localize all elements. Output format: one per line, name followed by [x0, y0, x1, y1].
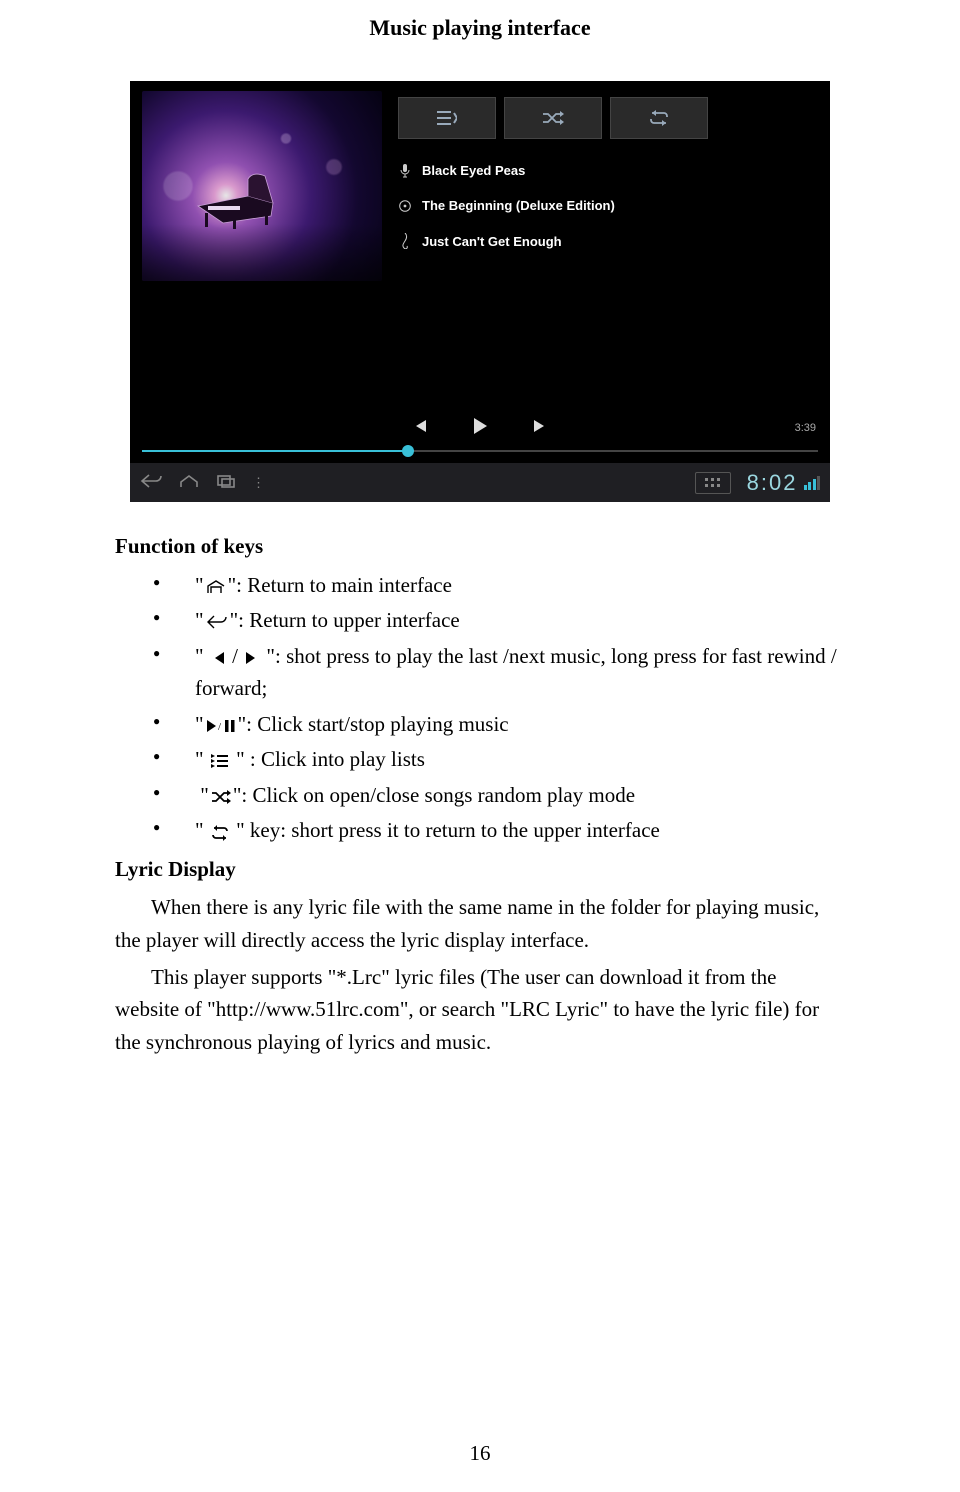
apps-button[interactable]: [695, 472, 731, 494]
recent-apps-icon[interactable]: [216, 474, 236, 491]
seek-bar[interactable]: [130, 440, 830, 462]
list-item: " " : Click into play lists: [115, 743, 845, 776]
play-pause-icon: /: [206, 717, 236, 735]
paragraph: This player supports "*.Lrc" lyric files…: [115, 961, 845, 1059]
repeat-icon: [211, 824, 229, 842]
shuffle-button[interactable]: [504, 97, 602, 139]
music-player-screenshot: Black Eyed Peas The Beginning (Deluxe Ed…: [130, 81, 830, 502]
list-item: " " key: short press it to return to the…: [115, 814, 845, 847]
list-item: "/": Click start/stop playing music: [115, 708, 845, 741]
signal-icon: [804, 476, 821, 490]
key-list: "": Return to main interface "": Return …: [115, 569, 845, 847]
android-navbar: ⋮ 8:02: [130, 462, 830, 502]
page-number: 16: [0, 1441, 960, 1466]
svg-text:/: /: [218, 721, 222, 733]
list-item: "": Return to main interface: [115, 569, 845, 602]
previous-track-icon: [211, 649, 225, 667]
back-icon[interactable]: [140, 474, 162, 491]
playlist-icon: [211, 752, 229, 770]
microphone-icon: [398, 164, 412, 178]
play-icon[interactable]: [472, 417, 488, 438]
next-icon[interactable]: [532, 418, 548, 437]
shuffle-icon: [211, 788, 231, 806]
home-icon[interactable]: [178, 474, 200, 491]
treble-clef-icon: [398, 233, 412, 249]
list-item: "": Return to upper interface: [115, 604, 845, 637]
list-item: "": Click on open/close songs random pla…: [115, 779, 845, 812]
queue-button[interactable]: [398, 97, 496, 139]
function-keys-heading: Function of keys: [115, 530, 845, 563]
home-rect-icon: [206, 578, 226, 596]
menu-dots-icon[interactable]: ⋮: [252, 475, 266, 491]
track-name: Just Can't Get Enough: [422, 234, 562, 249]
album-name: The Beginning (Deluxe Edition): [422, 198, 615, 213]
paragraph: When there is any lyric file with the sa…: [115, 891, 845, 956]
next-track-icon: [245, 649, 259, 667]
list-item: " / ": shot press to play the last /next…: [115, 640, 845, 705]
back-arrow-icon: [206, 613, 228, 631]
total-time: 3:39: [795, 422, 816, 434]
album-art: [142, 91, 382, 281]
artist-name: Black Eyed Peas: [422, 163, 525, 178]
status-clock: 8:02: [747, 470, 820, 496]
page-title: Music playing interface: [115, 15, 845, 41]
lyric-heading: Lyric Display: [115, 853, 845, 886]
previous-icon[interactable]: [412, 418, 428, 437]
repeat-button[interactable]: [610, 97, 708, 139]
disc-icon: [398, 200, 412, 212]
